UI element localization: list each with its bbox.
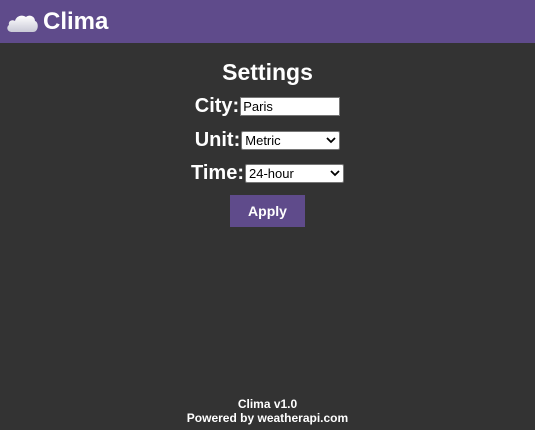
city-label: City:	[194, 95, 240, 117]
chevron-down-icon	[330, 170, 340, 177]
time-row: Time: 24-hour	[0, 162, 535, 185]
time-selected-value: 24-hour	[248, 166, 294, 181]
footer-version: Clima v1.0	[237, 397, 298, 411]
cloud-icon	[7, 15, 38, 32]
chevron-down-icon	[326, 137, 336, 144]
city-row: City:	[0, 95, 535, 118]
unit-selected-value: Metric	[245, 133, 281, 148]
unit-label: Unit:	[194, 129, 241, 151]
time-select[interactable]: 24-hour	[244, 164, 344, 183]
unit-row: Unit: Metric	[0, 129, 535, 152]
app-title: Clima	[43, 7, 109, 35]
settings-title: Settings	[222, 59, 313, 85]
footer-powered-by: Powered by weatherapi.com	[186, 411, 349, 425]
city-input[interactable]	[240, 97, 341, 116]
footer: Clima v1.0 Powered by weatherapi.com	[0, 397, 535, 425]
apply-button[interactable]: Apply	[230, 195, 305, 227]
time-label: Time:	[191, 162, 244, 184]
app-header: Clima	[0, 0, 535, 43]
unit-select[interactable]: Metric	[241, 131, 341, 150]
